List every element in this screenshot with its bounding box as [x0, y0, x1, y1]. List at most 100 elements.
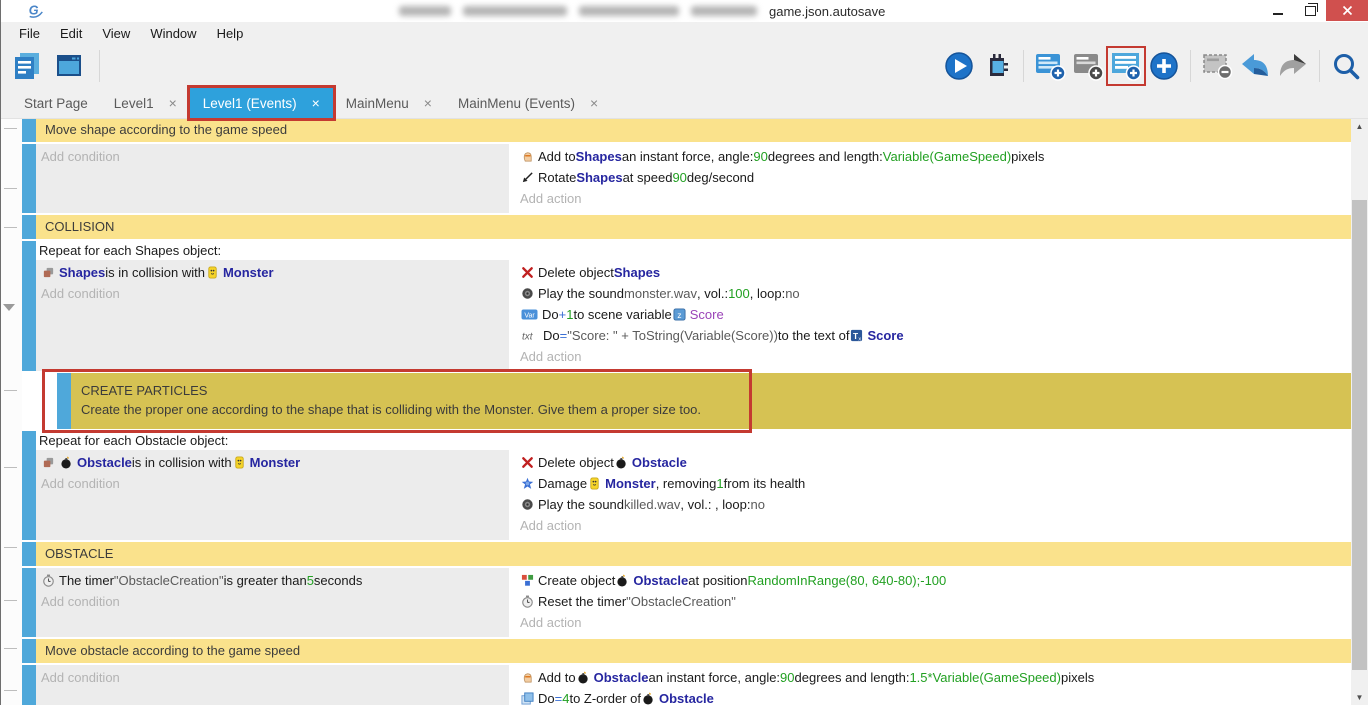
menu-item-help[interactable]: Help — [207, 26, 254, 41]
add-condition-button[interactable]: Add condition — [36, 146, 509, 167]
toolbar-separator — [99, 50, 100, 82]
gutter-tree-line — [4, 188, 17, 189]
obstacle-icon — [615, 456, 628, 469]
foreach-header[interactable]: Repeat for each Shapes object: — [36, 241, 1352, 260]
window-title: game.json.autosave — [399, 0, 885, 22]
event-selection-bar[interactable] — [22, 241, 36, 371]
event-block: Add condition Add to Obstacle an instant … — [36, 665, 1352, 705]
undo-button[interactable] — [1237, 48, 1273, 84]
project-events-button[interactable] — [9, 48, 45, 84]
comment-block[interactable]: CREATE PARTICLESCreate the proper one ac… — [71, 373, 1352, 429]
add-action-button[interactable]: Add action — [515, 188, 1352, 209]
vertical-scrollbar[interactable]: ▲ ▼ — [1351, 118, 1368, 705]
add-circle-button[interactable] — [1146, 48, 1182, 84]
tab-close-icon[interactable]: × — [590, 95, 598, 111]
event-group-header-move-obstacle-according-to-the[interactable]: Move obstacle according to the game spee… — [36, 639, 1352, 663]
restore-button[interactable] — [1294, 0, 1326, 21]
title-bar: G game.json.autosave — [1, 0, 1368, 22]
action-line[interactable]: Do = 4 to Z-order of Obstacle — [515, 688, 1352, 705]
event-group-header-collision[interactable]: COLLISION — [36, 215, 1352, 239]
event-selection-bar[interactable] — [22, 144, 36, 213]
conditions-cell: Shapes is in collision with MonsterAdd c… — [36, 260, 511, 371]
event-selection-bar[interactable] — [22, 542, 36, 566]
action-line[interactable]: Reset the timer "ObstacleCreation" — [515, 591, 1352, 612]
menu-item-file[interactable]: File — [9, 26, 50, 41]
action-line[interactable]: Damage Monster, removing 1 from its heal… — [515, 473, 1352, 494]
action-line[interactable]: Rotate Shapes at speed 90deg/second — [515, 167, 1352, 188]
redacted-title-text — [399, 6, 451, 16]
tab-level1[interactable]: Level1× — [101, 88, 190, 118]
event-selection-bar[interactable] — [22, 639, 36, 663]
action-line[interactable]: VarDo + 1 to scene variable zScore — [515, 304, 1352, 325]
menu-item-edit[interactable]: Edit — [50, 26, 92, 41]
scene-editor-button[interactable] — [51, 48, 87, 84]
event-selection-bar[interactable] — [22, 431, 36, 540]
play-button[interactable] — [941, 48, 977, 84]
tab-close-icon[interactable]: × — [312, 95, 320, 111]
add-comment-button[interactable] — [1070, 48, 1106, 84]
project-events-icon — [11, 50, 43, 82]
conditions-cell: Obstacle is in collision with MonsterAdd… — [36, 450, 511, 540]
add-event-button[interactable] — [1032, 48, 1068, 84]
action-line[interactable]: Delete object Shapes — [515, 262, 1352, 283]
textobj-icon: Tx — [850, 329, 863, 342]
scroll-down-icon[interactable]: ▼ — [1351, 693, 1368, 702]
minimize-button[interactable] — [1262, 0, 1294, 21]
scrollbar-thumb[interactable] — [1352, 200, 1367, 670]
txt-icon: txt — [521, 329, 539, 342]
condition-line[interactable]: The timer "ObstacleCreation" is greater … — [36, 570, 509, 591]
menu-item-view[interactable]: View — [92, 26, 140, 41]
foreach-header[interactable]: Repeat for each Obstacle object: — [36, 431, 1352, 450]
action-line[interactable]: Add to Obstacle an instant force, angle:… — [515, 667, 1352, 688]
timer-icon — [42, 574, 55, 587]
action-line[interactable]: Play the sound monster.wav, vol.: 100, l… — [515, 283, 1352, 304]
debug-button[interactable] — [979, 48, 1015, 84]
add-condition-button[interactable]: Add condition — [36, 473, 509, 494]
action-line[interactable]: Create object Obstacle at position Rando… — [515, 570, 1352, 591]
close-button[interactable] — [1326, 0, 1368, 21]
menu-item-window[interactable]: Window — [140, 26, 206, 41]
tab-mainmenu[interactable]: MainMenu× — [333, 88, 445, 118]
event-selection-bar[interactable] — [22, 215, 36, 239]
actions-cell: Delete object ObstacleDamage Monster, re… — [511, 450, 1352, 540]
tab-close-icon[interactable]: × — [424, 95, 432, 111]
event-selection-bar[interactable] — [22, 568, 36, 637]
add-condition-button[interactable]: Add condition — [36, 283, 509, 304]
add-condition-button[interactable]: Add condition — [36, 667, 509, 688]
action-line[interactable]: Play the sound killed.wav, vol.: , loop:… — [515, 494, 1352, 515]
search-icon — [1331, 51, 1361, 81]
svg-text:z: z — [677, 310, 681, 320]
scroll-up-icon[interactable]: ▲ — [1351, 122, 1368, 131]
tab-close-icon[interactable]: × — [169, 95, 177, 111]
search-button[interactable] — [1328, 48, 1364, 84]
event-selection-bar[interactable] — [22, 665, 36, 705]
zorder-icon — [521, 692, 534, 705]
conditions-cell: Add condition — [36, 665, 511, 705]
tab-mainmenu-events[interactable]: MainMenu (Events)× — [445, 88, 611, 118]
menu-bar: FileEditViewWindowHelp — [1, 22, 1368, 44]
toolbar-separator — [1190, 50, 1191, 82]
collapse-arrow-icon[interactable] — [3, 304, 15, 311]
tab-start-page[interactable]: Start Page — [11, 88, 101, 118]
action-line[interactable]: Delete object Obstacle — [515, 452, 1352, 473]
event-group-header-move-shape-according-to-the-ga[interactable]: Move shape according to the game speed — [36, 118, 1352, 142]
redo-button[interactable] — [1275, 48, 1311, 84]
comment-body: Create the proper one according to the s… — [81, 400, 1352, 419]
add-action-button[interactable]: Add action — [515, 346, 1352, 367]
add-action-button[interactable]: Add action — [515, 612, 1352, 633]
action-line[interactable]: Add to Shapes an instant force, angle: 9… — [515, 146, 1352, 167]
add-subevent-button[interactable] — [1108, 48, 1144, 84]
tab-level1-events[interactable]: Level1 (Events)× — [190, 88, 333, 118]
add-condition-button[interactable]: Add condition — [36, 591, 509, 612]
event-selection-bar[interactable] — [22, 118, 36, 142]
sound-icon — [521, 287, 534, 300]
condition-line[interactable]: Shapes is in collision with Monster — [36, 262, 509, 283]
gutter-tree-line — [4, 547, 17, 548]
obstacle-icon — [577, 671, 590, 684]
event-group-header-obstacle[interactable]: OBSTACLE — [36, 542, 1352, 566]
action-line[interactable]: txtDo = "Score: " + ToString(Variable(Sc… — [515, 325, 1352, 346]
condition-line[interactable]: Obstacle is in collision with Monster — [36, 452, 509, 473]
toggle-event-button[interactable] — [1199, 48, 1235, 84]
event-selection-bar[interactable] — [57, 373, 71, 429]
add-action-button[interactable]: Add action — [515, 515, 1352, 536]
